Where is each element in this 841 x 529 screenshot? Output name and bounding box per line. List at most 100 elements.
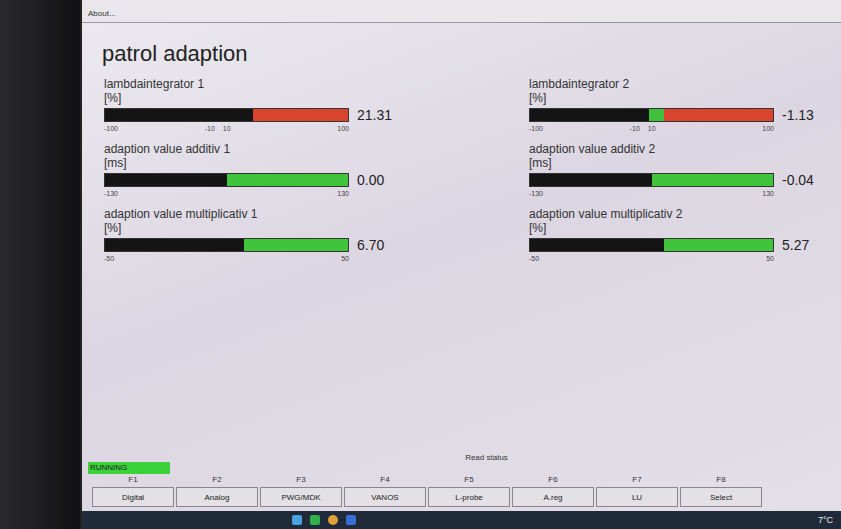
bar-row: 0.00 — [104, 172, 529, 188]
function-key: F7 LU — [596, 462, 678, 507]
menu-bar: About... — [82, 0, 841, 23]
meter-label: lambdaintegrator 1 — [104, 77, 529, 91]
bar-row: 6.70 — [104, 237, 529, 253]
status-label: Read status — [465, 453, 508, 462]
app-window: About... patrol adaptionlambdaintegrator … — [80, 0, 841, 529]
meter-fill — [530, 239, 664, 251]
function-key-header: F3 — [260, 462, 342, 484]
meter: adaption value multiplicativ 1[%] 6.70 -50… — [104, 207, 529, 262]
function-key: F2 Analog — [176, 462, 258, 507]
meter-track — [104, 108, 349, 122]
scale-tick: 100 — [337, 125, 349, 132]
app-icon[interactable] — [292, 515, 302, 525]
function-key: F4 VANOS — [344, 462, 426, 507]
scale-tick: -100 — [104, 125, 118, 132]
meter-value: 6.70 — [357, 237, 384, 253]
bar-row: 21.31 — [104, 107, 529, 123]
meter-unit: [%] — [529, 91, 841, 105]
about-menu[interactable]: About... — [88, 9, 116, 18]
scale-tick: 50 — [341, 255, 349, 262]
meter-scale: -130130 — [529, 190, 774, 197]
function-key-header: RUNNINGF1 — [92, 462, 174, 484]
meter-track — [529, 238, 774, 252]
weather-temperature: 7°C — [818, 515, 833, 525]
meter: lambdaintegrator 2[%]-1.13-100-1010100 — [529, 77, 841, 132]
meter-value: 21.31 — [357, 107, 392, 123]
function-key-name: F1 — [128, 475, 137, 484]
scale-tick: -100 — [529, 125, 543, 132]
meter-fill — [105, 239, 244, 251]
scale-center: -10 10 — [205, 125, 231, 132]
meter-unit: [%] — [104, 221, 529, 235]
app-icon[interactable] — [328, 515, 338, 525]
function-key-name: F2 — [212, 475, 221, 484]
scale-tick: 100 — [762, 125, 774, 132]
function-key-name: F6 — [548, 475, 557, 484]
meter-scale: -130 130 — [104, 190, 349, 197]
meter-scale: -50 50 — [529, 255, 774, 262]
status-row: Read status — [92, 453, 841, 462]
function-key-bar: RUNNINGF1 Digital F2 AnalogF3 PWG/MDK F4 VANOS… — [92, 462, 841, 511]
app-icon[interactable] — [346, 515, 356, 525]
bar-row: -1.13 — [529, 107, 841, 123]
function-key-header: F4 — [344, 462, 426, 484]
scale-tick: 50 — [766, 255, 774, 262]
meter-value: -1.13 — [782, 107, 814, 123]
function-key-button[interactable]: L-probe — [428, 487, 510, 507]
scale-tick: -10 — [630, 125, 640, 132]
meter-track — [529, 173, 774, 187]
content: patrol adaptionlambdaintegrator 1[%]21.3… — [82, 23, 841, 511]
function-key-button[interactable]: A.reg — [512, 487, 594, 507]
function-key: F6 A.reg — [512, 462, 594, 507]
meter: adaption value additiv 2[ms]-0.04-130130 — [529, 142, 841, 197]
bar-row: -0.04 — [529, 172, 841, 188]
function-key-header: F8 — [680, 462, 762, 484]
meter-scale: -50 50 — [104, 255, 349, 262]
scale-tick: 10 — [648, 125, 656, 132]
screen-bezel — [0, 0, 80, 529]
function-key: F8 Select — [680, 462, 762, 507]
meter-label: adaption value multiplicativ 1 — [104, 207, 529, 221]
function-key-name: F4 — [380, 475, 389, 484]
meter-fill — [105, 109, 253, 121]
meter-fill — [105, 174, 227, 186]
meter-label: adaption value multiplicativ 2 — [529, 207, 841, 221]
meter-track — [529, 108, 774, 122]
function-key-button[interactable]: VANOS — [344, 487, 426, 507]
meter-value: -0.04 — [782, 172, 814, 188]
function-key-button[interactable]: Analog — [176, 487, 258, 507]
scale-tick: -130 — [104, 190, 118, 197]
scale-center: -10 10 — [630, 125, 656, 132]
scale-tick: -130 — [529, 190, 543, 197]
meter: adaption value multiplicativ 2[%]5.27-50… — [529, 207, 841, 262]
scale-tick: -10 — [205, 125, 215, 132]
function-key-header: F5 — [428, 462, 510, 484]
scale-tick: -50 — [104, 255, 114, 262]
app-icon[interactable] — [310, 515, 320, 525]
function-key-header: F2 — [176, 462, 258, 484]
bar-row: 5.27 — [529, 237, 841, 253]
meter-value: 5.27 — [782, 237, 809, 253]
meter-grid: lambdaintegrator 1[%]21.31-100-1010100ad… — [92, 77, 841, 262]
meter-fill — [530, 174, 652, 186]
meter-unit: [%] — [104, 91, 529, 105]
scale-tick: -50 — [529, 255, 539, 262]
function-key-name: F5 — [464, 475, 473, 484]
meter-value: 0.00 — [357, 172, 384, 188]
function-key: RUNNINGF1 Digital — [92, 462, 174, 507]
meter-unit: [ms] — [529, 156, 841, 170]
function-key-button[interactable]: PWG/MDK — [260, 487, 342, 507]
function-key-name: F8 — [716, 475, 725, 484]
function-key-button[interactable]: Select — [680, 487, 762, 507]
meter-label: adaption value additiv 1 — [104, 142, 529, 156]
function-key: F3 PWG/MDK — [260, 462, 342, 507]
function-key-header: F6 — [512, 462, 594, 484]
scale-tick: 10 — [223, 125, 231, 132]
meter-unit: [ms] — [104, 156, 529, 170]
scale-tick: 130 — [337, 190, 349, 197]
meter-scale: -100 -10 10 100 — [529, 125, 774, 132]
function-key-button[interactable]: Digital — [92, 487, 174, 507]
meter-track — [104, 238, 349, 252]
function-key-name: F7 — [632, 475, 641, 484]
function-key-button[interactable]: LU — [596, 487, 678, 507]
